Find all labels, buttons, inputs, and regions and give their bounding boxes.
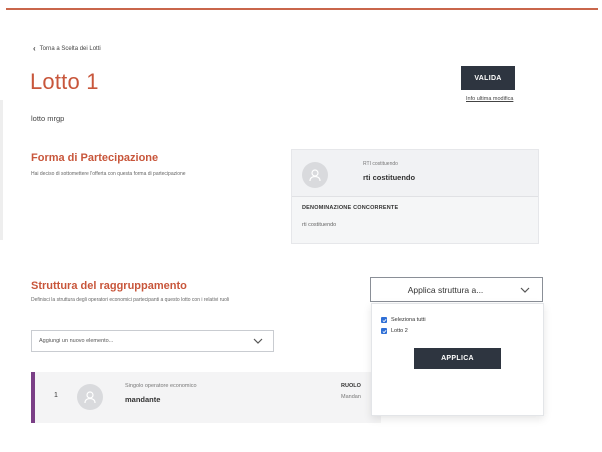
operatore-row[interactable]: 1 Singolo operatore economico mandante xyxy=(31,372,381,423)
card-type-value: rti costituendo xyxy=(363,173,416,182)
left-edge-shade xyxy=(0,100,3,240)
checkbox-checked-icon[interactable] xyxy=(381,328,387,334)
user-avatar-icon xyxy=(302,162,328,188)
row-operator-type: Singolo operatore economico xyxy=(125,383,197,389)
checkbox-checked-icon[interactable] xyxy=(381,317,387,323)
option-label: Seleziona tutti xyxy=(391,317,426,323)
struttura-description: Definisci la struttura degli operatori e… xyxy=(31,297,230,303)
card-type-label: RTI costituendo xyxy=(363,161,398,167)
chevron-down-icon xyxy=(520,287,530,293)
applica-button[interactable]: APPLICA xyxy=(414,348,501,369)
back-link[interactable]: ‹ Torna a Scelta dei Lotti xyxy=(33,45,101,53)
ruolo-value: Mandan xyxy=(341,394,361,400)
applica-struttura-label: Applica struttura a... xyxy=(407,284,484,295)
aggiungi-elemento-select[interactable]: Aggiungi un nuovo elemento... xyxy=(31,330,274,352)
forma-partecipazione-card: RTI costituendo rti costituendo DENOMINA… xyxy=(291,149,539,244)
chevron-left-icon: ‹ xyxy=(33,44,36,53)
applica-struttura-select[interactable]: Applica struttura a... xyxy=(370,277,543,302)
chevron-down-icon xyxy=(253,338,263,344)
user-avatar-icon xyxy=(77,384,103,410)
applica-struttura-dropdown: Seleziona tutti Lotto 2 APPLICA xyxy=(371,303,544,416)
forma-partecipazione-title: Forma di Partecipazione xyxy=(31,152,159,164)
aggiungi-elemento-placeholder: Aggiungi un nuovo elemento... xyxy=(39,338,114,344)
info-ultima-modifica-link[interactable]: Info ultima modifica xyxy=(466,96,513,102)
row-operator-role: mandante xyxy=(125,395,161,404)
valida-button[interactable]: VALIDA xyxy=(461,66,515,90)
struttura-title: Struttura del raggruppamento xyxy=(31,280,187,292)
page-title: Lotto 1 xyxy=(30,69,99,94)
row-number: 1 xyxy=(54,392,58,399)
forma-partecipazione-description: Hai deciso di sottomettere l'offerta con… xyxy=(31,171,186,177)
header-divider xyxy=(6,8,598,10)
denominazione-value: rti costituendo xyxy=(302,222,337,228)
option-lotto-2[interactable]: Lotto 2 xyxy=(381,328,408,334)
denominazione-label: DENOMINAZIONE CONCORRENTE xyxy=(302,205,399,211)
option-seleziona-tutti[interactable]: Seleziona tutti xyxy=(381,317,426,323)
lotto-subtitle: lotto mrgp xyxy=(31,114,65,123)
ruolo-label: RUOLO xyxy=(341,383,361,389)
option-label: Lotto 2 xyxy=(391,328,408,334)
back-link-label: Torna a Scelta dei Lotti xyxy=(39,46,101,52)
